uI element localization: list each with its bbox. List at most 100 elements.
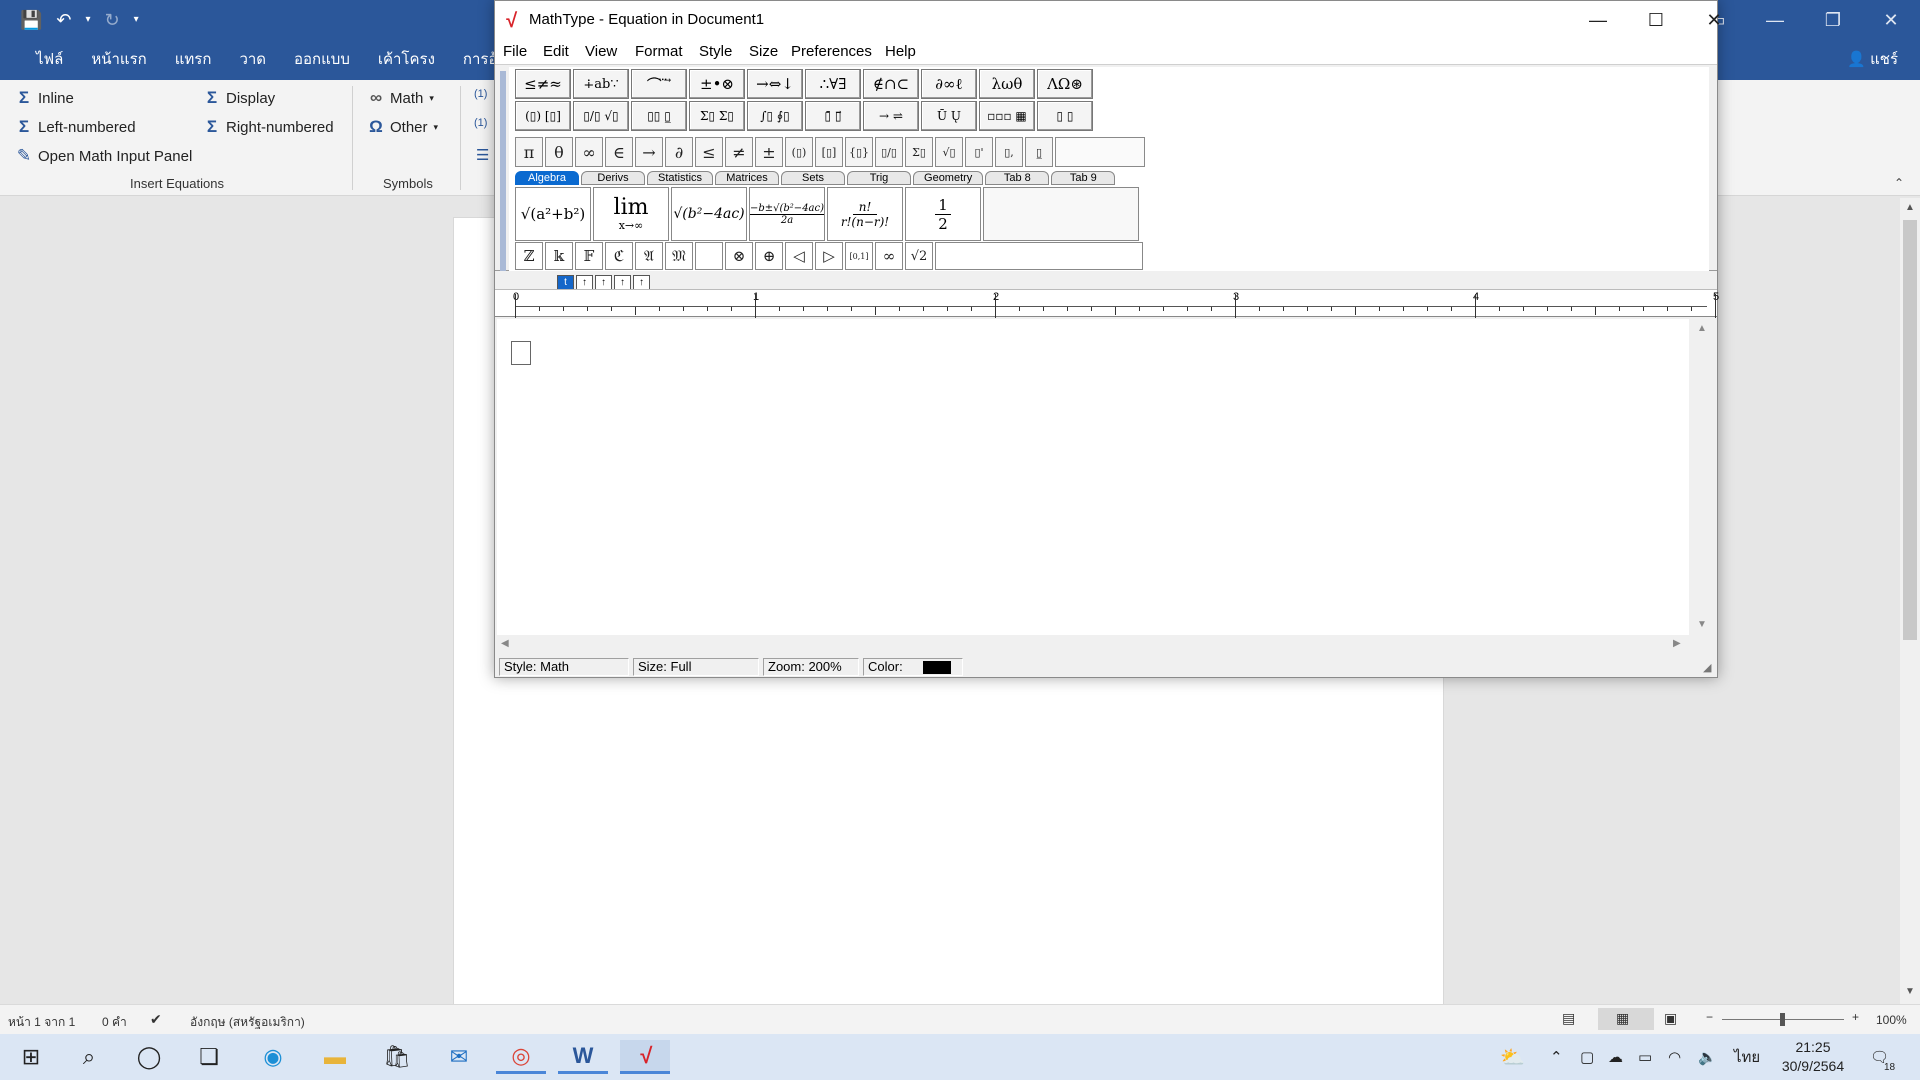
tab-draw[interactable]: วาด bbox=[225, 40, 280, 80]
show-hidden-icons-icon[interactable]: ⌃ bbox=[1550, 1034, 1563, 1080]
zoom-in-icon[interactable]: + bbox=[1852, 1010, 1859, 1024]
menu-file[interactable]: File bbox=[503, 43, 527, 60]
template-superscript[interactable]: ▯' bbox=[965, 137, 993, 167]
tab-matrices[interactable]: Matrices bbox=[715, 171, 780, 185]
ruler[interactable]: 0 1 2 3 4 5 bbox=[495, 289, 1719, 318]
word-vertical-scrollbar[interactable]: ▲ ▼ bbox=[1900, 198, 1920, 1004]
menu-format[interactable]: Format bbox=[635, 43, 683, 60]
onedrive-icon[interactable]: ☁ bbox=[1608, 1034, 1623, 1080]
nudge-button-4[interactable]: ↑ bbox=[614, 275, 631, 290]
symbol-plus-minus[interactable]: ± bbox=[755, 137, 783, 167]
equation-edit-area[interactable] bbox=[497, 319, 1689, 635]
fences-palette[interactable]: (▯) [▯] bbox=[515, 101, 571, 131]
store-icon[interactable]: 🛍 bbox=[372, 1040, 422, 1074]
arrows-palette[interactable]: →⇔↓ bbox=[747, 69, 803, 99]
web-layout-icon[interactable]: ▣ bbox=[1664, 1010, 1677, 1027]
sets-palette[interactable]: ∉∩⊂ bbox=[863, 69, 919, 99]
symbol-fraktur-f[interactable]: 𝔽 bbox=[575, 242, 603, 270]
tab-insert[interactable]: แทรก bbox=[161, 40, 226, 80]
edit-horizontal-scrollbar[interactable]: ◀ ▶ bbox=[497, 635, 1689, 655]
read-mode-icon[interactable]: ▤ bbox=[1562, 1010, 1575, 1027]
zoom-slider-thumb[interactable] bbox=[1780, 1013, 1785, 1026]
numbering-fragment-2[interactable]: (1) bbox=[474, 117, 487, 129]
toolbar-grip[interactable] bbox=[500, 71, 506, 271]
tab-layout[interactable]: เค้าโครง bbox=[364, 40, 449, 80]
wifi-icon[interactable]: ◠ bbox=[1668, 1034, 1681, 1080]
tab-home[interactable]: หน้าแรก bbox=[77, 40, 160, 80]
tab-derivs[interactable]: Derivs bbox=[581, 171, 645, 185]
left-numbered-button[interactable]: Σ Left-numbered bbox=[16, 117, 136, 137]
math-symbols-dropdown[interactable]: ∞ Math ▾ bbox=[368, 88, 434, 108]
template-discriminant[interactable]: √(b²−4ac) bbox=[671, 187, 747, 241]
symbol-not-equal[interactable]: ≠ bbox=[725, 137, 753, 167]
symbol-left-triangle[interactable]: ◁ bbox=[785, 242, 813, 270]
symbol-fraktur-m[interactable]: 𝔐 bbox=[665, 242, 693, 270]
template-quadratic-formula[interactable]: −b±√(b²−4ac) 2a bbox=[749, 187, 825, 241]
volume-icon[interactable]: 🔈 bbox=[1698, 1034, 1717, 1080]
symbol-partial[interactable]: ∂ bbox=[665, 137, 693, 167]
symbol-fraktur-c[interactable]: ℭ bbox=[605, 242, 633, 270]
scroll-down-icon[interactable]: ▼ bbox=[1900, 986, 1920, 997]
mathtype-titlebar[interactable]: √ MathType - Equation in Document1 — ☐ ✕ bbox=[495, 1, 1722, 39]
template-half[interactable]: 1 2 bbox=[905, 187, 981, 241]
status-zoom[interactable]: Zoom: 200% bbox=[763, 658, 859, 676]
tab-geometry[interactable]: Geometry bbox=[913, 171, 984, 185]
symbol-infinity-small[interactable]: ∞ bbox=[875, 242, 903, 270]
restore-icon[interactable]: ❐ bbox=[1804, 0, 1862, 40]
menu-edit[interactable]: Edit bbox=[543, 43, 569, 60]
symbol-root-two[interactable]: √2 bbox=[905, 242, 933, 270]
symbol-element-of[interactable]: ∈ bbox=[605, 137, 633, 167]
labeled-arrows-palette[interactable]: → ⇌ bbox=[863, 101, 919, 131]
template-radical[interactable]: √▯ bbox=[935, 137, 963, 167]
resize-grip-icon[interactable]: ◢ bbox=[1703, 661, 1711, 674]
tab-9[interactable]: Tab 9 bbox=[1051, 171, 1116, 185]
mail-icon[interactable]: ✉ bbox=[434, 1040, 484, 1074]
cortana-icon[interactable]: ◯ bbox=[124, 1040, 174, 1074]
bars-arrows-palette[interactable]: ▯̄ ▯⃗ bbox=[805, 101, 861, 131]
save-icon[interactable]: 💾 bbox=[20, 8, 42, 32]
embellishments-palette[interactable]: ⌒ ⃛ ⃗ bbox=[631, 69, 687, 99]
symbol-circled-times[interactable]: ⊗ bbox=[725, 242, 753, 270]
template-fraction[interactable]: ▯/▯ bbox=[875, 137, 903, 167]
weather-icon[interactable]: ⛅ bbox=[1500, 1034, 1525, 1080]
template-limit[interactable]: lim x→∞ bbox=[593, 187, 669, 241]
numbering-fragment[interactable]: (1) bbox=[474, 88, 487, 100]
zoom-level[interactable]: 100% bbox=[1876, 1013, 1907, 1027]
right-numbered-button[interactable]: Σ Right-numbered bbox=[204, 117, 334, 137]
template-summation[interactable]: Σ▯ bbox=[905, 137, 933, 167]
scroll-down-icon[interactable]: ▼ bbox=[1697, 619, 1707, 630]
display-equation-button[interactable]: Σ Display bbox=[204, 88, 275, 108]
list-icon[interactable]: ☰ bbox=[476, 146, 489, 164]
zoom-out-icon[interactable]: − bbox=[1706, 1010, 1713, 1024]
symbol-theta[interactable]: θ bbox=[545, 137, 573, 167]
template-combination[interactable]: n! r!(n−r)! bbox=[827, 187, 903, 241]
tab-sets[interactable]: Sets bbox=[781, 171, 846, 185]
battery-icon[interactable]: ▭ bbox=[1638, 1034, 1652, 1080]
close-icon[interactable]: ✕ bbox=[1685, 1, 1743, 39]
empty-slot[interactable] bbox=[511, 341, 531, 365]
tab-design[interactable]: ออกแบบ bbox=[280, 40, 364, 80]
input-language[interactable]: ไทย bbox=[1734, 1034, 1760, 1080]
symbol-fraktur-a[interactable]: 𝔄 bbox=[635, 242, 663, 270]
minimize-icon[interactable]: — bbox=[1569, 1, 1627, 39]
matrices-palette[interactable]: ▫▫▫ ▦ bbox=[979, 101, 1035, 131]
greek-lower-palette[interactable]: λωθ bbox=[979, 69, 1035, 99]
relations-palette[interactable]: ≤≠≈ bbox=[515, 69, 571, 99]
status-size[interactable]: Size: Full bbox=[633, 658, 759, 676]
menu-help[interactable]: Help bbox=[885, 43, 916, 60]
tab-statistics[interactable]: Statistics bbox=[647, 171, 714, 185]
task-view-icon[interactable]: ❏ bbox=[184, 1040, 234, 1074]
collapse-ribbon-icon[interactable]: ⌃ bbox=[1894, 176, 1904, 190]
symbol-integers[interactable]: ℤ bbox=[515, 242, 543, 270]
symbol-right-triangle[interactable]: ▷ bbox=[815, 242, 843, 270]
meet-now-icon[interactable]: ▢ bbox=[1580, 1034, 1594, 1080]
tab-8[interactable]: Tab 8 bbox=[985, 171, 1050, 185]
open-math-input-panel-button[interactable]: ✎ Open Math Input Panel bbox=[16, 146, 192, 166]
edge-icon[interactable]: ◉ bbox=[248, 1040, 298, 1074]
symbol-pi[interactable]: π bbox=[515, 137, 543, 167]
template-parentheses[interactable]: (▯) bbox=[785, 137, 813, 167]
subscripts-palette[interactable]: ▯▯ ▯̲ bbox=[631, 101, 687, 131]
scroll-thumb[interactable] bbox=[1903, 220, 1917, 640]
file-explorer-icon[interactable]: ▬ bbox=[310, 1040, 360, 1074]
logic-palette[interactable]: ∴∀∃ bbox=[805, 69, 861, 99]
